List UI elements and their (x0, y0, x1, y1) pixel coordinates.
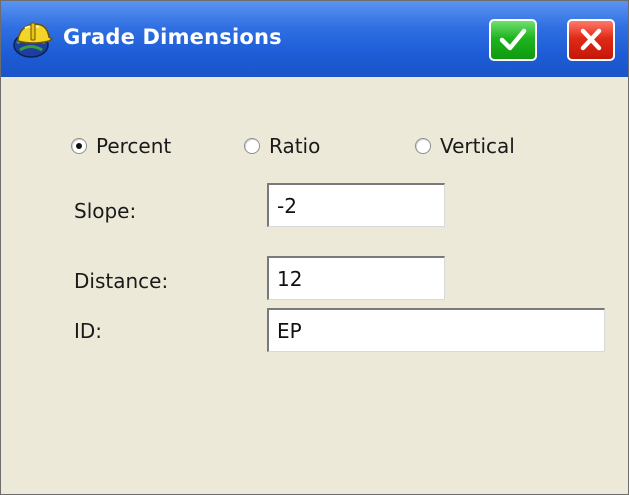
radio-vertical-label: Vertical (440, 134, 515, 158)
cancel-button[interactable] (567, 19, 615, 61)
title-bar: Grade Dimensions (1, 1, 628, 77)
radio-ratio-label: Ratio (269, 134, 321, 158)
close-icon (580, 28, 602, 51)
ok-button[interactable] (489, 19, 537, 61)
radio-vertical[interactable]: Vertical (415, 131, 515, 161)
distance-label: Distance: (74, 269, 169, 293)
radio-ratio[interactable]: Ratio (244, 131, 320, 161)
radio-percent-circle[interactable] (71, 138, 87, 154)
radio-ratio-circle[interactable] (244, 138, 260, 154)
slope-input[interactable] (267, 183, 445, 227)
window-title: Grade Dimensions (63, 25, 282, 49)
checkmark-icon (499, 28, 527, 51)
hardhat-globe-icon (11, 19, 55, 59)
distance-input[interactable] (267, 256, 445, 300)
radio-vertical-circle[interactable] (415, 138, 431, 154)
id-label: ID: (74, 319, 103, 343)
slope-label: Slope: (74, 199, 137, 223)
radio-percent[interactable]: Percent (71, 131, 171, 161)
radio-percent-label: Percent (96, 134, 172, 158)
grade-dimensions-window: Grade Dimensions Percent Ratio Vertical … (0, 0, 629, 495)
id-input[interactable] (267, 308, 605, 352)
